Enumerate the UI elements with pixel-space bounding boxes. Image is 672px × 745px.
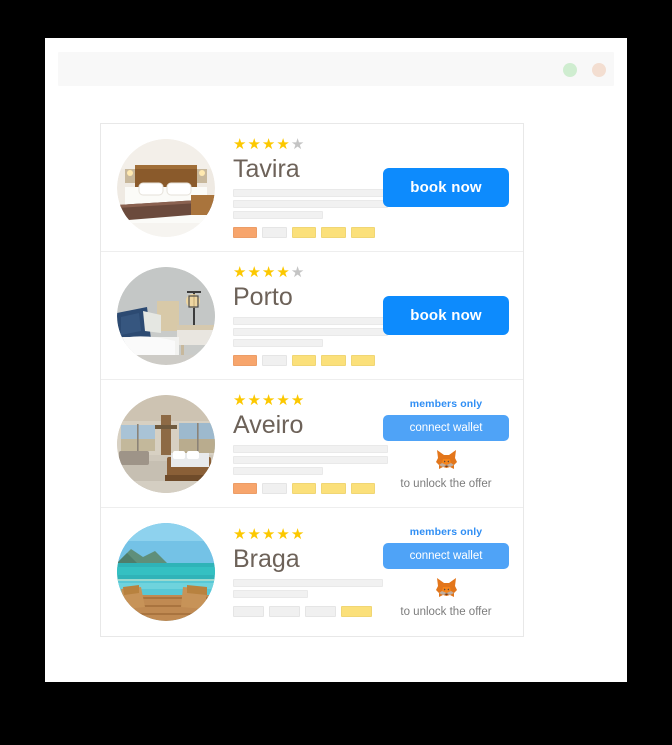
- skeleton-text-line: [233, 339, 323, 347]
- members-only-label: members only: [409, 526, 483, 538]
- listing-card[interactable]: ★★★★★ Braga members only connect wallet to …: [101, 508, 523, 636]
- star-filled: ★: [247, 526, 262, 543]
- hotel-name: Porto: [233, 283, 293, 311]
- amenity-chip: [233, 355, 258, 366]
- amenity-chip: [291, 227, 317, 238]
- listing-card[interactable]: ★★★★★ Tavira book now: [101, 124, 523, 252]
- listing-action: book now: [383, 296, 523, 335]
- unlock-offer-text: to unlock the offer: [400, 477, 492, 490]
- star-empty: ★: [290, 264, 306, 281]
- star-rating: ★★★★★: [233, 393, 375, 409]
- hotel-thumbnail-image: [117, 394, 215, 493]
- unlock-offer-text: to unlock the offer: [400, 606, 492, 618]
- listing-action: members only connect wallet to unlock the…: [383, 526, 523, 618]
- listing-info: ★★★★★ Porto: [215, 265, 388, 366]
- book-now-button[interactable]: book now: [383, 168, 509, 207]
- star-filled: ★: [276, 392, 291, 409]
- amenity-chip: [321, 227, 346, 238]
- listing-card[interactable]: ★★★★★ Aveiro members only connect wallet to…: [101, 380, 523, 508]
- amenity-chip: [233, 227, 258, 238]
- hotel-name: Tavira: [233, 155, 300, 183]
- star-rating: ★★★★★: [233, 265, 375, 281]
- amenity-chip: [291, 355, 317, 366]
- amenity-chip: [305, 606, 336, 617]
- metamask-fox-icon[interactable]: [383, 449, 509, 473]
- star-rating: ★★★★★: [233, 137, 375, 153]
- star-filled: ★: [233, 264, 248, 281]
- amenity-chip-row: [233, 606, 375, 617]
- star-filled: ★: [233, 136, 248, 153]
- star-filled: ★: [247, 136, 262, 153]
- amenity-chip: [350, 227, 376, 238]
- skeleton-text-line: [233, 445, 388, 453]
- amenity-chip: [233, 606, 264, 617]
- star-filled: ★: [233, 526, 248, 543]
- hotel-thumbnail-image: [117, 266, 215, 365]
- skeleton-text-line: [233, 579, 383, 587]
- star-filled: ★: [261, 526, 277, 543]
- amenity-chip: [350, 483, 376, 494]
- listing-card[interactable]: ★★★★★ Porto book now: [101, 252, 523, 380]
- star-filled: ★: [290, 392, 306, 409]
- star-empty: ★: [290, 136, 306, 153]
- window-dot-green[interactable]: [563, 63, 577, 77]
- amenity-chip: [262, 227, 287, 238]
- hotel-name: Braga: [233, 545, 300, 573]
- amenity-chip: [269, 606, 300, 617]
- skeleton-text-line: [233, 456, 388, 464]
- skeleton-text-line: [233, 328, 388, 336]
- window-dot-peach[interactable]: [592, 63, 606, 77]
- star-filled: ★: [233, 392, 248, 409]
- listing-info: ★★★★★ Tavira: [215, 137, 388, 238]
- star-filled: ★: [261, 136, 277, 153]
- skeleton-text-line: [233, 467, 323, 475]
- listing-action: book now: [383, 168, 523, 207]
- star-filled: ★: [261, 392, 277, 409]
- hotel-thumbnail-image: [117, 138, 215, 237]
- metamask-fox-icon[interactable]: [383, 577, 509, 601]
- browser-window: ★★★★★ Tavira book now ★★★★★ Porto book n…: [45, 38, 627, 682]
- listing-action: members only connect wallet to unlock the…: [383, 398, 523, 490]
- book-now-button[interactable]: book now: [383, 296, 509, 335]
- amenity-chip: [321, 355, 346, 366]
- amenity-chip: [262, 483, 287, 494]
- listing-info: ★★★★★ Braga: [215, 527, 383, 617]
- star-filled: ★: [261, 264, 277, 281]
- skeleton-text-line: [233, 189, 388, 197]
- amenity-chip: [321, 483, 346, 494]
- hotel-listing-panel: ★★★★★ Tavira book now ★★★★★ Porto book n…: [100, 123, 524, 637]
- amenity-chip-row: [233, 355, 376, 366]
- connect-wallet-button[interactable]: connect wallet: [383, 414, 509, 441]
- amenity-chip: [341, 606, 372, 617]
- amenity-chip: [233, 483, 258, 494]
- star-filled: ★: [276, 136, 291, 153]
- star-rating: ★★★★★: [233, 527, 375, 543]
- star-filled: ★: [247, 392, 262, 409]
- listing-info: ★★★★★ Aveiro: [215, 393, 388, 494]
- hotel-thumbnail-image: [117, 523, 215, 621]
- amenity-chip: [262, 355, 287, 366]
- skeleton-text-line: [233, 211, 323, 219]
- star-filled: ★: [247, 264, 262, 281]
- amenity-chip: [291, 483, 317, 494]
- amenity-chip-row: [233, 483, 376, 494]
- amenity-chip: [350, 355, 376, 366]
- star-filled: ★: [276, 526, 291, 543]
- skeleton-text-line: [233, 317, 388, 325]
- connect-wallet-button[interactable]: connect wallet: [383, 543, 509, 569]
- hotel-name: Aveiro: [233, 411, 304, 439]
- skeleton-text-line: [233, 200, 388, 208]
- star-filled: ★: [290, 526, 306, 543]
- members-only-label: members only: [409, 397, 483, 410]
- skeleton-text-line: [233, 590, 308, 598]
- amenity-chip-row: [233, 227, 376, 238]
- star-filled: ★: [276, 264, 291, 281]
- browser-toolbar: [58, 52, 614, 86]
